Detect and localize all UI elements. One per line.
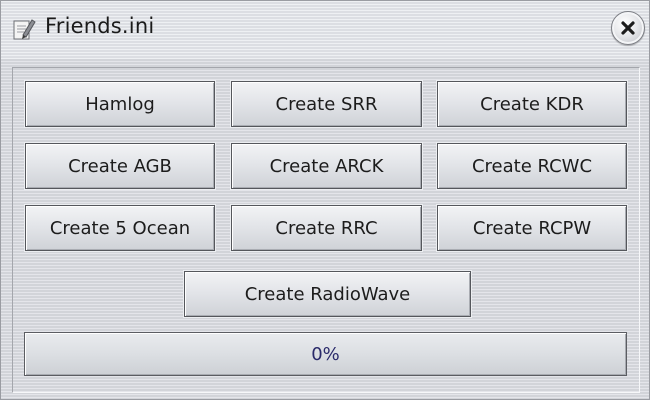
- title-bar[interactable]: Friends.ini: [1, 1, 649, 59]
- create-arck-button[interactable]: Create ARCK: [231, 143, 422, 189]
- window-title: Friends.ini: [45, 14, 155, 38]
- create-agb-button[interactable]: Create AGB: [25, 143, 215, 189]
- create-rcpw-button[interactable]: Create RCPW: [437, 205, 627, 251]
- notepad-pencil-icon: [10, 16, 36, 42]
- hamlog-button[interactable]: Hamlog: [25, 81, 215, 127]
- friends-ini-window: Friends.ini Hamlog Create SRR Create KDR…: [0, 0, 650, 400]
- create-rrc-button[interactable]: Create RRC: [231, 205, 422, 251]
- create-5-ocean-button[interactable]: Create 5 Ocean: [25, 205, 215, 251]
- create-srr-button[interactable]: Create SRR: [231, 81, 422, 127]
- create-radiowave-button[interactable]: Create RadioWave: [184, 271, 471, 317]
- create-rcwc-button[interactable]: Create RCWC: [437, 143, 627, 189]
- close-x-icon: [621, 21, 635, 35]
- close-button[interactable]: [611, 11, 645, 45]
- progress-bar: 0%: [24, 332, 627, 376]
- progress-label: 0%: [311, 343, 340, 365]
- create-kdr-button[interactable]: Create KDR: [437, 81, 627, 127]
